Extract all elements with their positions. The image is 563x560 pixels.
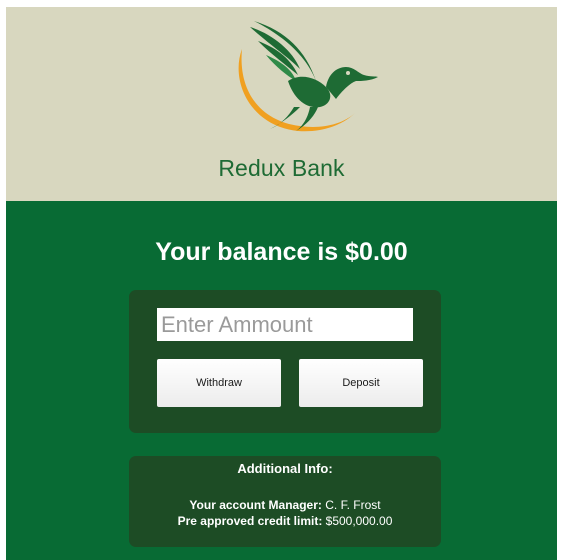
withdraw-button[interactable]: Withdraw (157, 359, 281, 407)
additional-info-panel: Additional Info: Your account Manager: C… (129, 456, 441, 547)
account-manager-line: Your account Manager: C. F. Frost (129, 498, 441, 512)
credit-limit-line: Pre approved credit limit: $500,000.00 (129, 514, 441, 528)
account-manager-value: C. F. Frost (325, 498, 381, 512)
credit-limit-label: Pre approved credit limit: (177, 514, 323, 528)
balance-heading: Your balance is $0.00 (155, 238, 408, 266)
bank-name: Redux Bank (218, 155, 345, 181)
info-title: Additional Info: (237, 461, 333, 476)
amount-input[interactable] (157, 308, 413, 341)
header: Redux Bank (6, 7, 557, 201)
credit-limit-value: $500,000.00 (325, 514, 393, 528)
transaction-panel: Withdraw Deposit (129, 290, 441, 433)
main-section: Your balance is $0.00 Withdraw Deposit A… (6, 201, 557, 560)
deposit-button[interactable]: Deposit (299, 359, 423, 407)
duck-logo-icon (238, 21, 378, 132)
account-manager-label: Your account Manager: (189, 498, 322, 512)
